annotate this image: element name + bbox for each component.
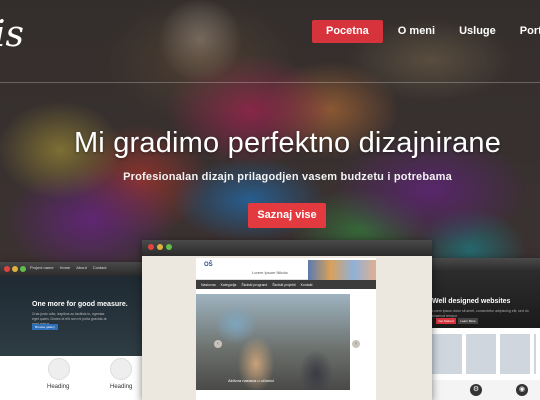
- browser-bar: [428, 258, 540, 272]
- header-divider: [0, 82, 540, 83]
- maximize-dot-icon: [166, 244, 172, 250]
- school-menu-item: Kontakt: [300, 282, 313, 287]
- school-menu-item: Školski programi: [241, 282, 268, 287]
- minimize-dot-icon: [157, 244, 163, 250]
- mockup-left: Project name Home About Contact One more…: [0, 262, 150, 400]
- gear-icon: ⚙: [470, 384, 482, 396]
- header-photo: [308, 260, 376, 280]
- cta-button[interactable]: Saznaj vise: [248, 203, 326, 228]
- globe-icon: ◉: [516, 384, 528, 396]
- mini-nav: Project name Home About Contact: [30, 265, 113, 270]
- slider-next-icon: ›: [352, 340, 360, 348]
- mini-nav-item: Project name: [30, 265, 54, 270]
- school-site-subtitle: Lorem Ipsum Nikola: [252, 270, 288, 275]
- site-logo[interactable]: is: [0, 14, 24, 55]
- feature-circle: [110, 358, 132, 380]
- mockup-button: Browse gallery: [32, 324, 58, 330]
- nav-item-pocetna[interactable]: Pocetna: [312, 20, 383, 43]
- browser-bar: Project name Home About Contact: [0, 262, 150, 276]
- site-header: is Pocetna O meni Usluge Portfolio: [0, 0, 540, 82]
- main-nav: Pocetna O meni Usluge Portfolio: [312, 20, 540, 43]
- mockup-right: Well designed websites Lorem ipsum dolor…: [428, 258, 540, 400]
- close-dot-icon: [4, 266, 10, 272]
- slider-caption: Aktivna nastava u učionici: [228, 378, 275, 383]
- nav-item-usluge[interactable]: Usluge: [448, 20, 507, 43]
- mini-nav-item: Home: [59, 265, 71, 270]
- hero-title: Mi gradimo perfektno dizajnirane: [73, 127, 502, 159]
- mockup-center: OŠ Lorem Ipsum Nikola Naslovna Kategorij…: [142, 240, 432, 400]
- slider-prev-icon: ‹: [214, 340, 222, 348]
- mockup-thumbnails: [432, 334, 536, 374]
- mockup-headline: One more for good measure.: [32, 301, 128, 308]
- nav-item-o-meni[interactable]: O meni: [387, 20, 446, 43]
- school-site-menu: Naslovna Kategorija Školski programi Ško…: [196, 280, 376, 289]
- school-menu-item: Školski projekti: [272, 282, 296, 287]
- mockup-button: Get Started: [436, 318, 456, 324]
- mini-nav-item: Contact: [92, 265, 107, 270]
- school-menu-item: Kategorija: [220, 282, 237, 287]
- browser-bar: [142, 240, 432, 256]
- hero-subtitle: Profesionalan dizajn prilagodjen vasem b…: [123, 171, 452, 183]
- school-menu-item: Naslovna: [201, 282, 216, 287]
- minimize-dot-icon: [12, 266, 18, 272]
- nav-item-portfolio[interactable]: Portfolio: [509, 20, 540, 43]
- feature-heading: Heading: [110, 384, 133, 390]
- feature-circle: [48, 358, 70, 380]
- school-site-header: OŠ Lorem Ipsum Nikola: [196, 258, 376, 280]
- mockup-icons-row: ⚙ ◉: [428, 380, 540, 400]
- feature-heading: Heading: [47, 384, 70, 390]
- mini-nav-item: About: [76, 265, 87, 270]
- mockup-headline: Well designed websites: [432, 298, 511, 305]
- close-dot-icon: [148, 244, 154, 250]
- mockup-button: Learn More: [458, 318, 478, 324]
- maximize-dot-icon: [20, 266, 26, 272]
- school-site-brand: OŠ: [204, 262, 213, 268]
